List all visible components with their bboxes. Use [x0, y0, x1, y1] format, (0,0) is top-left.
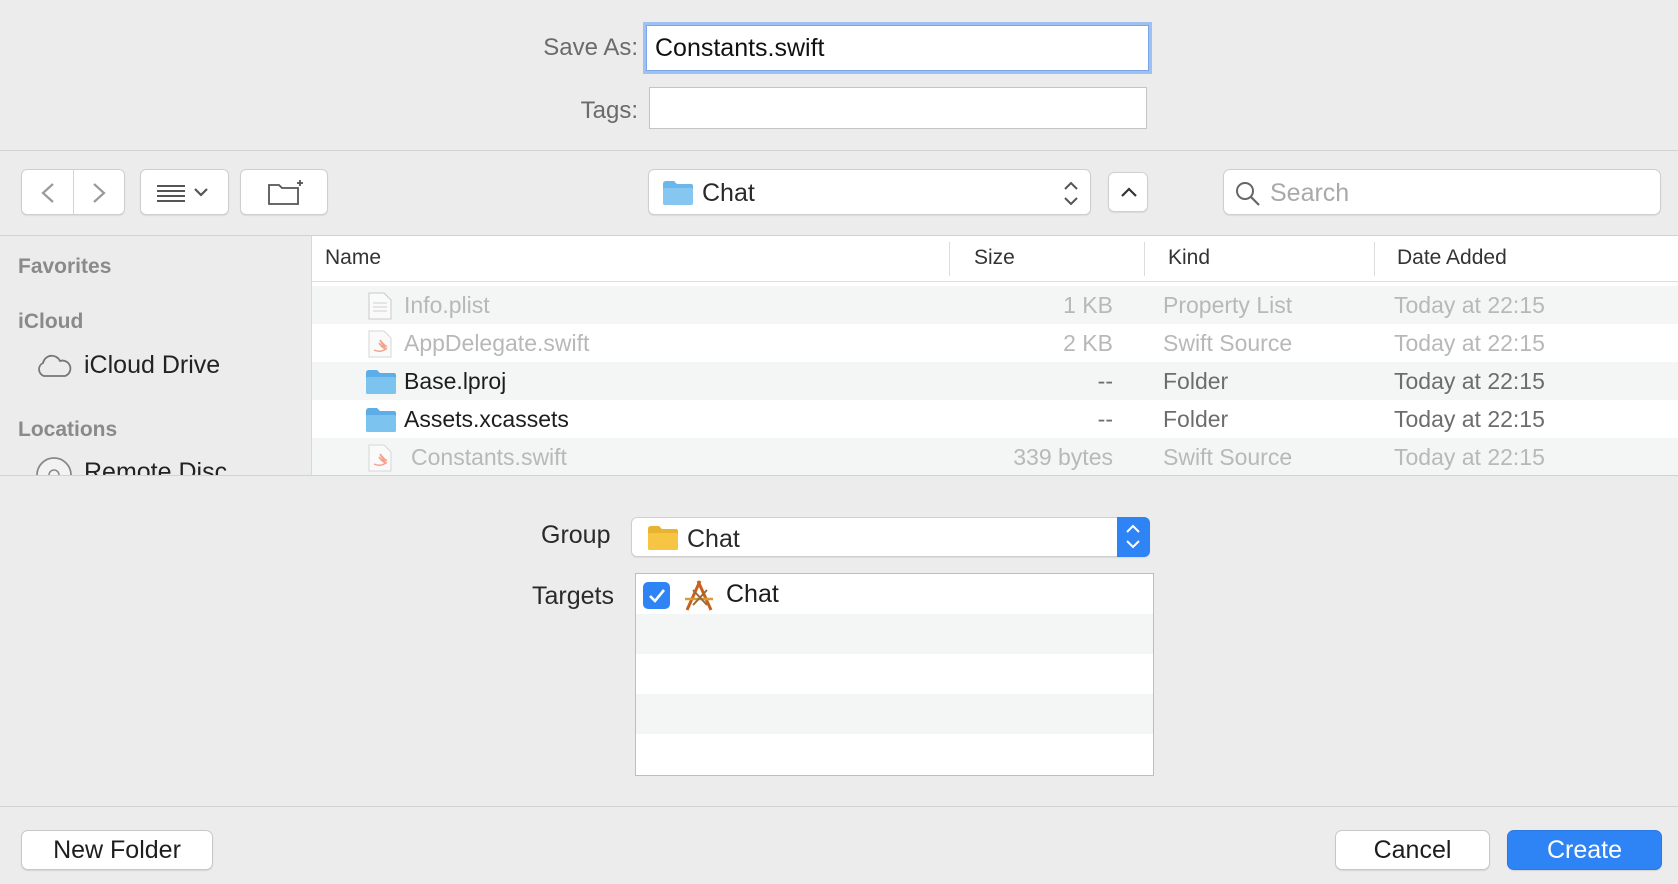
- sidebar: Favorites iCloud iCloud Drive Locations …: [0, 236, 310, 475]
- column-name[interactable]: Name: [325, 246, 381, 270]
- new-folder-button[interactable]: New Folder: [21, 830, 213, 870]
- sidebar-item-remote-disc[interactable]: Remote Disc: [84, 458, 227, 475]
- column-size[interactable]: Size: [974, 246, 1015, 270]
- target-row[interactable]: Chat: [636, 574, 1153, 614]
- popup-arrows-icon: [1064, 181, 1078, 206]
- file-list: Name Size Kind Date Added Info.plist 1 K…: [311, 236, 1678, 475]
- save-as-label: Save As:: [543, 34, 638, 61]
- cancel-button[interactable]: Cancel: [1335, 830, 1490, 870]
- target-row-empty: [636, 694, 1153, 734]
- file-row[interactable]: Base.lproj -- Folder Today at 22:15: [312, 362, 1678, 400]
- app-target-icon: [685, 580, 713, 611]
- column-header: Name Size Kind Date Added: [312, 236, 1678, 282]
- tags-label: Tags:: [580, 97, 638, 124]
- file-date: Today at 22:15: [1394, 330, 1545, 356]
- back-icon[interactable]: [39, 182, 57, 204]
- search-icon: [1236, 182, 1260, 206]
- folder-icon: [366, 370, 396, 394]
- file-size: 339 bytes: [1013, 444, 1113, 470]
- file-row: Info.plist 1 KB Property List Today at 2…: [312, 286, 1678, 324]
- new-folder-icon: [268, 180, 303, 205]
- tags-field[interactable]: [649, 87, 1147, 129]
- file-kind: Swift Source: [1163, 444, 1293, 470]
- file-kind: Folder: [1163, 368, 1229, 394]
- file-size: --: [1097, 406, 1113, 432]
- popup-arrows-icon: [1126, 524, 1140, 549]
- file-date: Today at 22:15: [1394, 292, 1545, 318]
- file-row[interactable]: Assets.xcassets -- Folder Today at 22:15: [312, 400, 1678, 438]
- folder-icon: [663, 181, 693, 205]
- sidebar-item-icloud-drive[interactable]: iCloud Drive: [84, 351, 220, 380]
- file-size: 1 KB: [1063, 292, 1113, 318]
- enclosing-folder-button[interactable]: [1108, 172, 1148, 212]
- checkmark-icon: [649, 589, 666, 603]
- file-size: 2 KB: [1063, 330, 1113, 356]
- popup-arrow-button: [1117, 517, 1150, 557]
- target-name: Chat: [726, 580, 779, 608]
- create-button[interactable]: Create: [1507, 830, 1662, 870]
- group-label: Group: [541, 521, 611, 549]
- file-size: --: [1097, 368, 1113, 394]
- divider: [0, 150, 1678, 151]
- icloud-heading: iCloud: [18, 310, 84, 333]
- file-row: AppDelegate.swift 2 KB Swift Source Toda…: [312, 324, 1678, 362]
- file-kind: Property List: [1163, 292, 1293, 318]
- file-name: AppDelegate.swift: [404, 330, 590, 356]
- divider: [0, 806, 1678, 807]
- file-kind: Swift Source: [1163, 330, 1293, 356]
- swift-file-icon: [368, 330, 392, 358]
- target-row-empty: [636, 654, 1153, 694]
- cloud-icon: [38, 354, 72, 377]
- target-row-empty: [636, 614, 1153, 654]
- search-placeholder: Search: [1270, 179, 1350, 207]
- swift-file-icon: [368, 444, 392, 472]
- folder-icon: [366, 408, 396, 432]
- group-popup[interactable]: Chat: [631, 517, 1150, 557]
- target-checkbox[interactable]: [643, 582, 670, 609]
- location-popup[interactable]: Chat: [648, 169, 1091, 215]
- file-name: Base.lproj: [404, 368, 507, 394]
- file-date: Today at 22:15: [1394, 406, 1545, 432]
- back-forward-control: [21, 169, 125, 215]
- new-folder-toolbar-button[interactable]: [240, 169, 328, 215]
- column-kind[interactable]: Kind: [1168, 246, 1210, 270]
- file-date: Today at 22:15: [1394, 444, 1545, 470]
- disc-icon: [36, 457, 72, 475]
- file-date: Today at 22:15: [1394, 368, 1545, 394]
- plist-file-icon: [368, 292, 392, 320]
- file-row: Constants.swift 339 bytes Swift Source T…: [312, 438, 1678, 475]
- location-name: Chat: [702, 179, 755, 207]
- list-view-icon: [157, 185, 208, 202]
- file-name: Info.plist: [404, 292, 490, 318]
- targets-list: Chat: [635, 573, 1154, 776]
- divider: [0, 475, 1678, 476]
- file-kind: Folder: [1163, 406, 1229, 432]
- save-as-field[interactable]: Constants.swift: [646, 25, 1149, 71]
- view-options-button[interactable]: [140, 169, 229, 215]
- column-date-added[interactable]: Date Added: [1397, 246, 1507, 270]
- search-field[interactable]: Search: [1223, 169, 1661, 215]
- targets-label: Targets: [532, 582, 614, 610]
- forward-icon[interactable]: [90, 182, 108, 204]
- file-name: Constants.swift: [411, 444, 567, 470]
- chevron-up-icon: [1121, 187, 1137, 197]
- folder-icon: [648, 526, 678, 550]
- favorites-heading: Favorites: [18, 255, 112, 278]
- group-value: Chat: [687, 525, 740, 553]
- file-name: Assets.xcassets: [404, 406, 569, 432]
- locations-heading: Locations: [18, 418, 118, 441]
- target-row-empty: [636, 734, 1153, 774]
